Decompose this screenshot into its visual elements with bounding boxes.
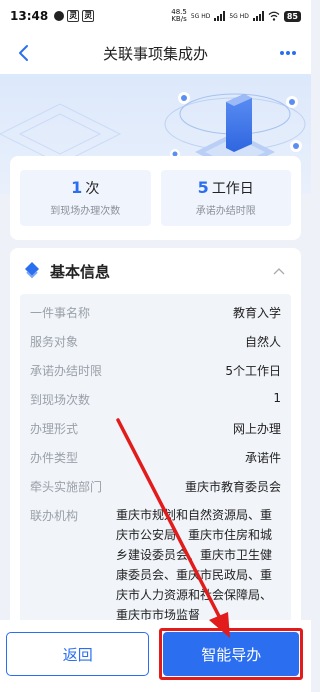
bottom-action-bar: 返回 智能导办: [0, 620, 311, 692]
info-value: 重庆市教育委员会: [184, 480, 281, 494]
basic-info-body: 一件事名称 教育入学 服务对象 自然人 承诺办结时限 5个工作日 到现场次数 1…: [20, 294, 291, 648]
info-row: 到现场次数 1: [30, 389, 281, 418]
info-row: 联办机构 重庆市规划和自然资源局、重庆市公安局、重庆市住房和城乡建设委员会、重庆…: [30, 505, 281, 625]
page-title: 关联事项集成办: [102, 44, 208, 63]
info-label: 到现场次数: [30, 393, 91, 407]
stat-unit: 次: [85, 181, 100, 197]
network-speed: 48.5 KB/s: [171, 9, 187, 23]
network-speed-unit: KB/s: [171, 15, 187, 23]
info-label: 一件事名称: [30, 306, 91, 320]
status-bar: 13:48 灵 灵 48.5 KB/s 5G HD 5G HD 85: [0, 0, 311, 32]
info-value: 1: [273, 391, 281, 405]
stat-value: 1次: [20, 178, 151, 198]
diamond-icon: [25, 262, 39, 279]
stats-card: 1次 到现场办理次数 5 工作日 承诺办结时限: [10, 156, 301, 240]
info-label: 办理形式: [30, 422, 79, 436]
info-row: 办理形式 网上办理: [30, 418, 281, 447]
signal-icon: [214, 11, 226, 21]
info-value: 自然人: [244, 335, 281, 349]
stat-value: 5 工作日: [161, 178, 292, 198]
info-label: 办件类型: [30, 451, 79, 465]
stat-label: 到现场办理次数: [50, 206, 121, 217]
stat-visits: 1次 到现场办理次数: [20, 170, 151, 226]
info-value: 教育入学: [232, 306, 281, 320]
wifi-icon: [268, 11, 280, 21]
notification-icons: 灵 灵: [54, 10, 95, 22]
notification-icon: 灵: [67, 10, 80, 22]
stat-deadline: 5 工作日 承诺办结时限: [160, 170, 292, 226]
nav-bar: 关联事项集成办: [0, 32, 311, 74]
stat-unit: 工作日: [211, 181, 254, 197]
info-value: 承诺件: [244, 451, 281, 465]
more-button[interactable]: [275, 40, 301, 66]
info-label: 联办机构: [30, 509, 79, 523]
status-time: 13:48: [10, 9, 49, 23]
info-row: 服务对象 自然人: [30, 331, 281, 360]
qq-icon: [54, 11, 65, 21]
more-dots-icon: [280, 51, 296, 55]
chevron-up-icon: [273, 268, 285, 275]
collapse-toggle[interactable]: [269, 264, 289, 278]
stat-number: 5: [197, 178, 209, 197]
basic-info-header[interactable]: 基本信息: [10, 248, 301, 294]
info-row: 一件事名称 教育入学: [30, 302, 281, 331]
back-button[interactable]: [10, 40, 36, 66]
stat-label: 承诺办结时限: [195, 206, 256, 217]
info-label: 承诺办结时限: [30, 364, 103, 378]
info-label: 牵头实施部门: [30, 480, 103, 494]
info-label: 服务对象: [30, 335, 79, 349]
info-value: 5个工作日: [225, 364, 281, 378]
signal-icon: [252, 11, 264, 21]
status-indicators: 48.5 KB/s 5G HD 5G HD 85: [171, 9, 301, 23]
chevron-left-icon: [19, 45, 28, 61]
smart-guide-button[interactable]: 智能导办: [163, 632, 299, 676]
battery-icon: 85: [283, 10, 301, 22]
network-label: 5G HD: [190, 12, 211, 20]
info-row: 承诺办结时限 5个工作日: [30, 360, 281, 389]
back-action-button[interactable]: 返回: [6, 632, 150, 676]
stat-number: 1: [71, 178, 83, 197]
notification-icon: 灵: [82, 10, 95, 22]
network-label: 5G HD: [229, 12, 249, 20]
basic-info-title: 基本信息: [50, 262, 111, 281]
basic-info-card: 基本信息 一件事名称 教育入学 服务对象 自然人 承诺办结时限 5个工作日 到现…: [10, 248, 301, 648]
info-value: 重庆市规划和自然资源局、重庆市公安局、重庆市住房和城乡建设委员会、重庆市卫生健康…: [116, 508, 273, 622]
highlight-box: 智能导办: [159, 628, 303, 680]
info-value: 网上办理: [232, 422, 281, 436]
info-row: 办件类型 承诺件: [30, 447, 281, 476]
info-row: 牵头实施部门 重庆市教育委员会: [30, 476, 281, 505]
